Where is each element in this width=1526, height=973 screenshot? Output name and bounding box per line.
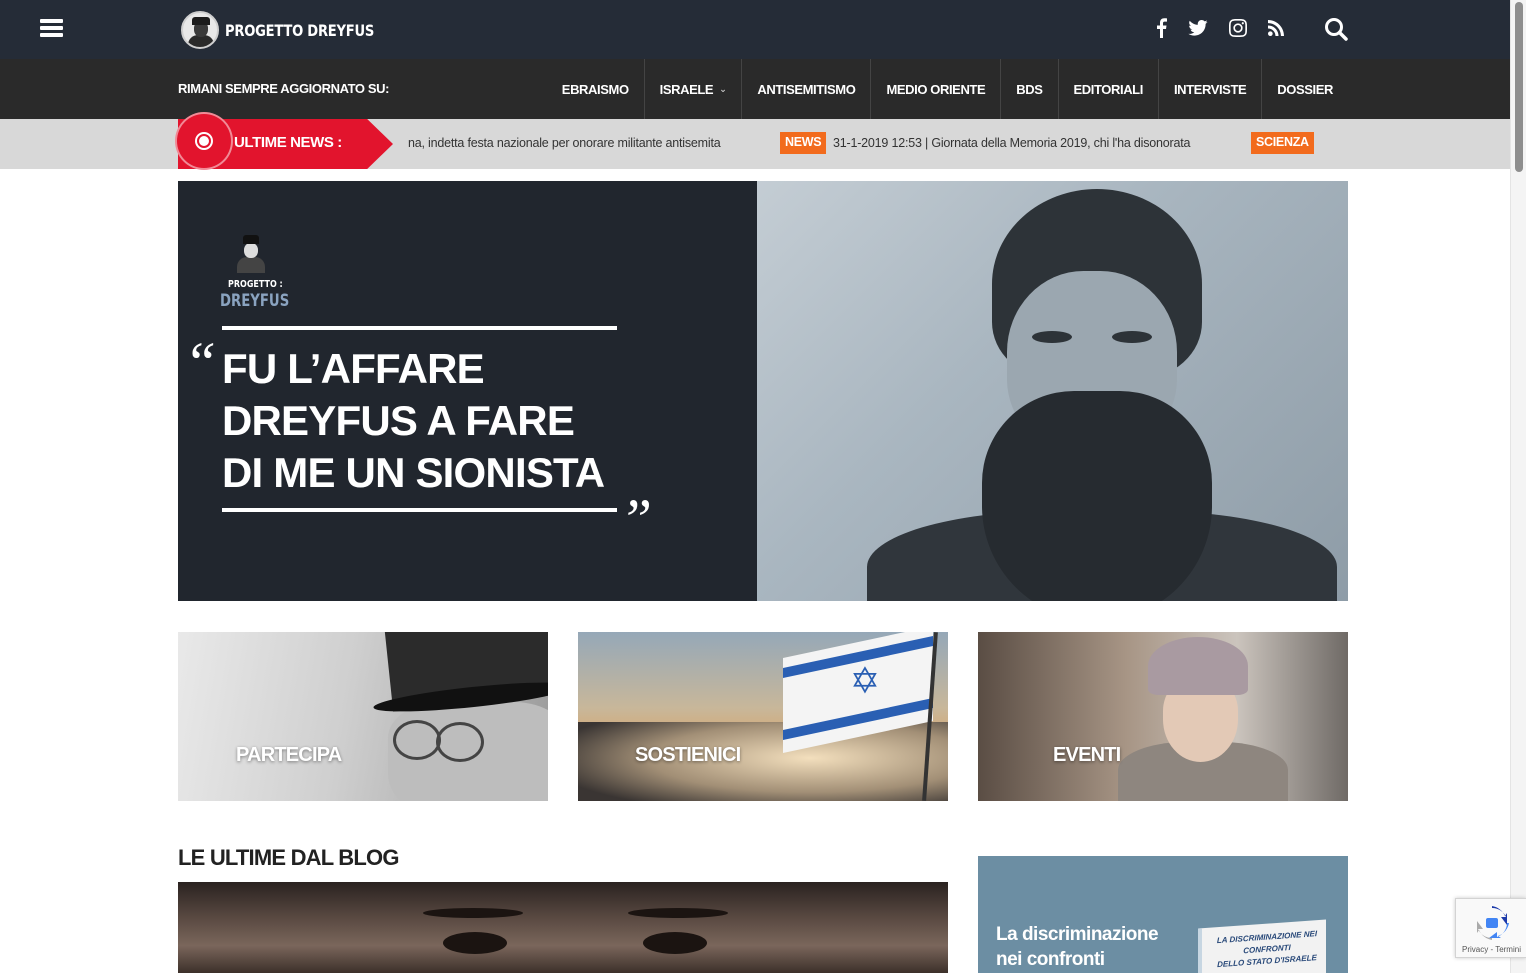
quote-close-mark: „	[626, 454, 659, 519]
rss-icon[interactable]	[1266, 16, 1286, 40]
blog-section-title: LE ULTIME DAL BLOG	[178, 845, 399, 870]
page: PROGETTO DREYFUS RIMANI SEMPRE AGGIORNAT…	[0, 0, 1526, 973]
nav-subscribe-text: RIMANI SEMPRE AGGIORNATO SU:	[178, 81, 390, 96]
ticker-item-link[interactable]: na, indetta festa nazionale per onorare …	[408, 136, 721, 150]
promo-title: La discriminazione nei confronti	[996, 924, 1159, 970]
recaptcha-badge[interactable]: Privacy - Termini	[1455, 898, 1526, 958]
divider	[222, 508, 617, 512]
card-label: PARTECIPA	[236, 744, 342, 766]
search-icon[interactable]	[1323, 15, 1349, 43]
top-header: PROGETTO DREYFUS	[0, 0, 1510, 59]
hero-logo: PROGETTO : DREYFUS	[220, 233, 289, 313]
card-label: EVENTI	[1053, 744, 1121, 766]
nav-item-dossier[interactable]: DOSSIER	[1261, 59, 1348, 119]
card-sostienici[interactable]: ✡ SOSTIENICI	[578, 632, 948, 801]
instagram-icon[interactable]	[1227, 16, 1249, 40]
card-label: SOSTIENICI	[635, 744, 741, 766]
live-indicator-icon	[175, 112, 233, 170]
recaptcha-links[interactable]: Privacy - Termini	[1462, 945, 1521, 954]
logo-portrait-icon	[181, 11, 219, 49]
ticker-item-link[interactable]: 31-1-2019 12:53 | Giornata della Memoria…	[833, 136, 1190, 150]
menu-icon[interactable]	[40, 19, 63, 38]
book-cover-image: LA DISCRIMINAZIONE NEI CONFRONTI DELLO ST…	[1198, 919, 1326, 973]
hero-portrait-image	[757, 181, 1348, 601]
divider	[222, 326, 617, 330]
nav-item-bds[interactable]: BDS	[1000, 59, 1057, 119]
ticker-tag-news[interactable]: NEWS	[780, 132, 827, 154]
vertical-scrollbar[interactable]	[1510, 0, 1526, 973]
nav-item-antisemitismo[interactable]: ANTISEMITISMO	[741, 59, 870, 119]
nav-menu: EBRAISMO ISRAELE ⌄ ANTISEMITISMO MEDIO OR…	[547, 59, 1348, 119]
facebook-icon[interactable]	[1152, 16, 1170, 40]
twitter-icon[interactable]	[1187, 16, 1209, 40]
hero-banner[interactable]: PROGETTO : DREYFUS “ FU L’AFFARE DREYFUS…	[178, 181, 1348, 601]
nav-item-editoriali[interactable]: EDITORIALI	[1057, 59, 1158, 119]
card-eventi[interactable]: EVENTI	[978, 632, 1348, 801]
scrollbar-thumb[interactable]	[1515, 2, 1523, 172]
nav-item-ebraismo[interactable]: EBRAISMO	[547, 59, 644, 119]
recaptcha-icon	[1477, 906, 1509, 940]
ticker-label: ULTIME NEWS :	[234, 134, 342, 151]
nav-item-israele[interactable]: ISRAELE ⌄	[643, 59, 742, 119]
card-partecipa[interactable]: PARTECIPA	[178, 632, 548, 801]
logo-text: PROGETTO DREYFUS	[225, 20, 375, 40]
site-logo[interactable]: PROGETTO DREYFUS	[181, 11, 407, 49]
promo-banner[interactable]: LA DISCRIMINAZIONE NEI CONFRONTI DELLO ST…	[978, 856, 1348, 973]
chevron-down-icon: ⌄	[719, 83, 727, 94]
blog-post-image[interactable]	[178, 882, 948, 973]
ticker-tag-scienza[interactable]: SCIENZA	[1251, 132, 1314, 154]
star-of-david-icon: ✡	[849, 660, 881, 701]
nav-item-medio-oriente[interactable]: MEDIO ORIENTE	[870, 59, 1000, 119]
hero-quote: FU L’AFFARE DREYFUS A FARE DI ME UN SION…	[222, 345, 605, 496]
quote-open-mark: “	[184, 330, 217, 395]
main-nav: RIMANI SEMPRE AGGIORNATO SU: EBRAISMO IS…	[0, 59, 1510, 119]
nav-item-interviste[interactable]: INTERVISTE	[1157, 59, 1261, 119]
